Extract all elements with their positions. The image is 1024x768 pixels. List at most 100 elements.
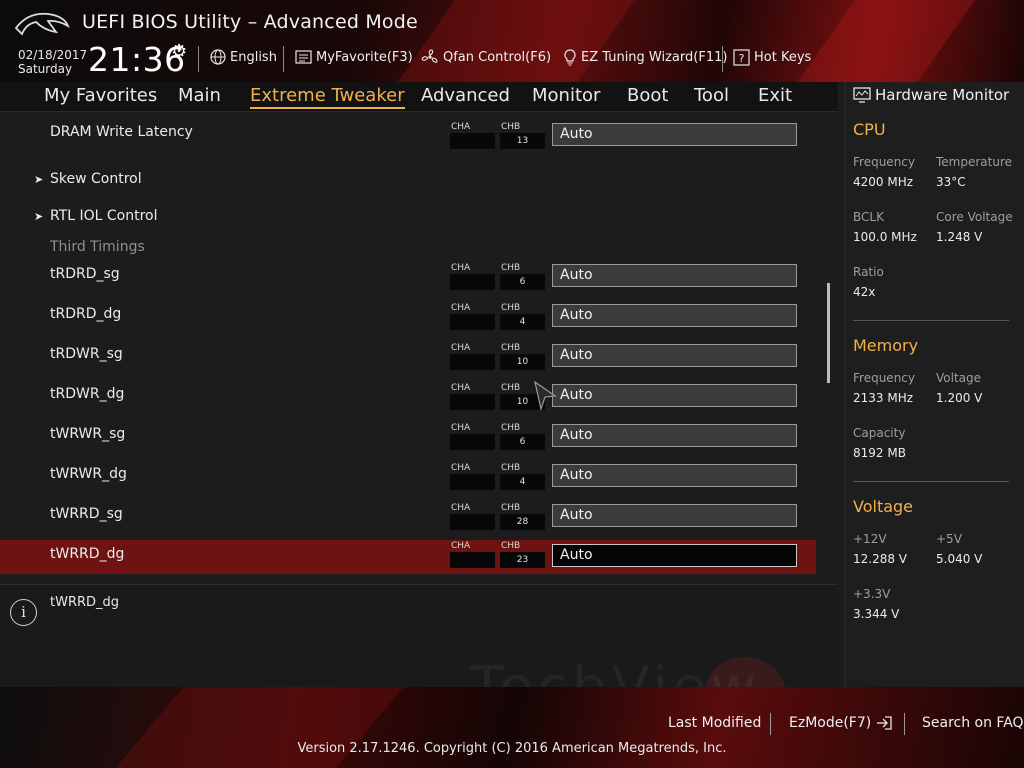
setting-value-input[interactable]: Auto [552,344,797,367]
date-display: 02/18/2017 [18,48,88,62]
setting-value-input[interactable]: Auto [552,504,797,527]
header-divider [198,46,199,72]
header-bar: UEFI BIOS Utility – Advanced Mode 02/18/… [0,0,1024,82]
tab-monitor[interactable]: Monitor [532,85,600,106]
cha-value-field[interactable] [450,514,495,530]
footer-divider [904,713,905,735]
setting-row-dram-write-latency[interactable]: DRAM Write Latency CHA CHB 13 Auto [0,121,816,155]
bclk-value: 100.0 MHz [853,230,917,244]
chb-value-field[interactable]: 4 [500,314,545,330]
setting-label: DRAM Write Latency [50,124,193,140]
tab-exit[interactable]: Exit [758,85,792,106]
tab-boot[interactable]: Boot [627,85,668,106]
section-header-third-timings: Third Timings [0,231,816,265]
setting-row-twrrd-sg[interactable]: tWRRD_sg CHA CHB 28 Auto [0,502,816,536]
search-faq-button[interactable]: Search on FAQ [922,715,1024,731]
header-divider [722,46,723,72]
settings-list: DRAM Write Latency CHA CHB 13 Auto ➤ Ske… [0,113,838,576]
v5-label: +5V [936,532,962,546]
core-voltage-value: 1.248 V [936,230,983,244]
setting-value-input[interactable]: Auto [552,123,797,146]
cha-label: CHA [451,463,471,473]
help-panel: i tWRRD_dg TechView [0,584,838,727]
tab-extreme-tweaker[interactable]: Extreme Tweaker [250,85,405,109]
chb-label: CHB [501,383,521,393]
tab-advanced[interactable]: Advanced [421,85,510,106]
setting-value-input[interactable]: Auto [552,304,797,327]
v33-label: +3.3V [853,587,891,601]
qfan-control-button[interactable]: Qfan Control(F6) [421,48,551,66]
hot-keys-button[interactable]: ? Hot Keys [733,48,811,66]
language-button[interactable]: English [210,48,277,66]
hardware-monitor-header: Hardware Monitor [853,86,1009,104]
version-info: Version 2.17.1246. Copyright (C) 2016 Am… [297,741,727,756]
tab-tool[interactable]: Tool [694,85,729,106]
cha-value-field[interactable] [450,133,495,149]
setting-row-twrrd-dg-selected[interactable]: tWRRD_dg CHA CHB 23 Auto [0,540,816,574]
cha-value-field[interactable] [450,552,495,568]
cha-value-field[interactable] [450,434,495,450]
cha-value-field[interactable] [450,274,495,290]
chb-value-field[interactable]: 6 [500,274,545,290]
chb-value-field[interactable]: 6 [500,434,545,450]
gear-icon[interactable]: ⚙ [171,41,187,62]
setting-row-trdwr-dg[interactable]: tRDWR_dg CHA CHB 10 Auto [0,382,816,416]
scrollbar[interactable] [827,283,830,383]
chb-value-field[interactable]: 28 [500,514,545,530]
myfavorite-button[interactable]: MyFavorite(F3) [295,48,413,66]
ratio-label: Ratio [853,265,884,279]
last-modified-button[interactable]: Last Modified [668,715,761,731]
cha-label: CHA [451,503,471,513]
chb-value-field[interactable]: 23 [500,552,545,568]
cha-label: CHA [451,122,471,132]
setting-label: tWRRD_sg [50,506,123,522]
chb-label: CHB [501,122,521,132]
main-tab-bar: My Favorites Main Extreme Tweaker Advanc… [0,82,838,112]
setting-label: tWRRD_dg [50,546,125,562]
setting-label: tRDWR_dg [50,386,125,402]
setting-row-twrwr-sg[interactable]: tWRWR_sg CHA CHB 6 Auto [0,422,816,456]
fan-icon [421,49,438,63]
cha-value-field[interactable] [450,314,495,330]
cha-label: CHA [451,541,471,551]
favorite-list-icon [295,50,312,64]
setting-row-twrwr-dg[interactable]: tWRWR_dg CHA CHB 4 Auto [0,462,816,496]
setting-row-trdwr-sg[interactable]: tRDWR_sg CHA CHB 10 Auto [0,342,816,376]
setting-row-trdrd-sg[interactable]: tRDRD_sg CHA CHB 6 Auto [0,262,816,296]
cha-value-field[interactable] [450,394,495,410]
chb-value-field[interactable]: 4 [500,474,545,490]
ratio-value: 42x [853,285,876,299]
setting-value-input[interactable]: Auto [552,424,797,447]
tab-main[interactable]: Main [178,85,221,106]
submenu-rtl-iol-control[interactable]: ➤ RTL IOL Control [0,200,816,234]
setting-value-input[interactable]: Auto [552,384,797,407]
question-icon: ? [733,48,750,66]
cha-label: CHA [451,343,471,353]
chb-value-field[interactable]: 13 [500,133,545,149]
section-divider [853,320,1009,321]
submenu-skew-control[interactable]: ➤ Skew Control [0,163,816,197]
header-decoration [770,0,990,82]
setting-value-input[interactable]: Auto [552,464,797,487]
svg-text:?: ? [739,52,745,65]
setting-value-input[interactable]: Auto [552,544,797,567]
cha-value-field[interactable] [450,354,495,370]
voltage-section-title: Voltage [853,497,914,516]
setting-label: tWRWR_dg [50,466,127,482]
setting-value-input[interactable]: Auto [552,264,797,287]
hardware-monitor-panel: Hardware Monitor CPU Frequency 4200 MHz … [844,82,1024,687]
memory-section-title: Memory [853,336,919,355]
v5-value: 5.040 V [936,552,983,566]
chb-value-field[interactable]: 10 [500,354,545,370]
submenu-label: Skew Control [50,171,142,187]
footer-divider [770,713,771,735]
cpu-frequency-value: 4200 MHz [853,175,914,189]
ez-tuning-wizard-button[interactable]: EZ Tuning Wizard(F11) [563,48,727,66]
setting-row-trdrd-dg[interactable]: tRDRD_dg CHA CHB 4 Auto [0,302,816,336]
cha-value-field[interactable] [450,474,495,490]
monitor-icon [853,87,871,103]
chb-label: CHB [501,303,521,313]
tab-my-favorites[interactable]: My Favorites [44,85,157,106]
ezmode-button[interactable]: EzMode(F7) [789,715,893,731]
exit-arrow-icon [877,716,892,730]
